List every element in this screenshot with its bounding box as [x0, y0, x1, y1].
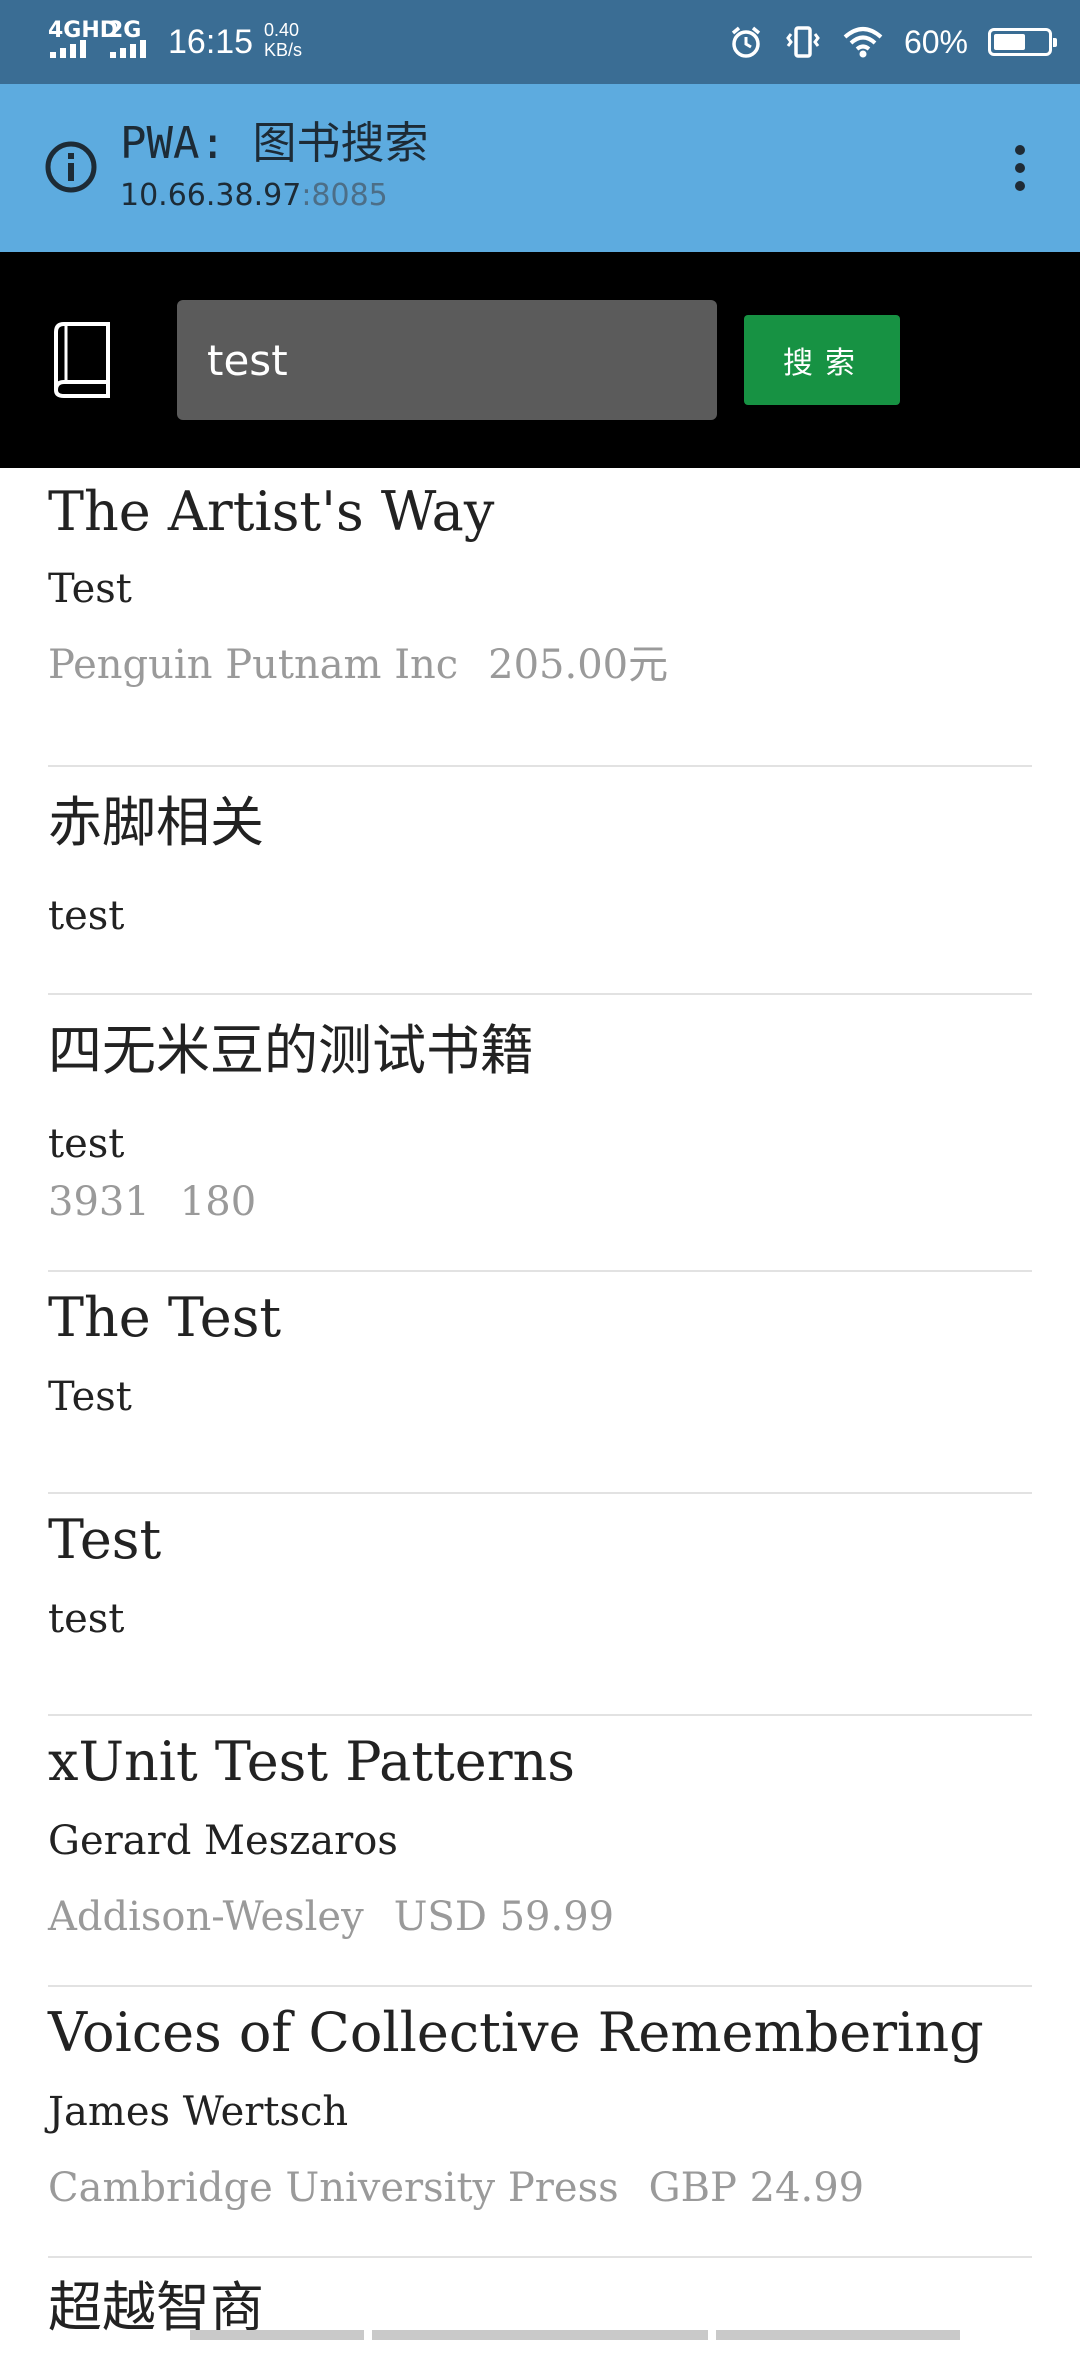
- battery-icon: [988, 28, 1057, 56]
- more-options-button[interactable]: [984, 128, 1056, 208]
- status-time: 16:15: [168, 23, 254, 61]
- book-result-item[interactable]: The Test Test: [48, 1272, 1032, 1494]
- book-publisher: Addison-Wesley: [48, 1894, 364, 1940]
- book-author: test: [48, 1596, 125, 1642]
- book-result-item[interactable]: Voices of Collective Remembering James We…: [48, 1987, 1032, 2258]
- book-results-list: The Artist's Way Test Penguin Putnam Inc 20…: [48, 468, 1032, 2358]
- book-title: The Test: [48, 1286, 282, 1349]
- book-result-item[interactable]: Test test: [48, 1494, 1032, 1716]
- book-title: The Artist's Way: [48, 480, 495, 543]
- book-result-item[interactable]: 超越智商: [48, 2258, 1032, 2358]
- book-price: USD 59.99: [393, 1894, 615, 1940]
- book-title: 四无米豆的测试书籍: [48, 1019, 534, 1082]
- bottom-bar-segment: [190, 2330, 364, 2340]
- dot-icon: [1015, 181, 1025, 191]
- url-host: 10.66.38.97: [120, 178, 302, 213]
- book-publisher: Penguin Putnam Inc: [48, 642, 459, 688]
- book-result-item[interactable]: The Artist's Way Test Penguin Putnam Inc 20…: [48, 468, 1032, 767]
- book-result-item[interactable]: xUnit Test Patterns Gerard Meszaros Addiso…: [48, 1716, 1032, 1987]
- book-author: Test: [48, 1374, 132, 1420]
- page-title: PWA: 图书搜索: [120, 118, 429, 169]
- book-meta: Cambridge University Press GBP 24.99: [48, 2163, 864, 2213]
- bottom-bar-segment: [372, 2330, 708, 2340]
- url-port: :8085: [301, 178, 388, 213]
- status-icons: 60%: [728, 20, 1057, 64]
- signal-strength-icon-1: [50, 38, 86, 58]
- book-price: 180: [179, 1179, 257, 1225]
- book-author: James Wertsch: [48, 2089, 349, 2135]
- dot-icon: [1015, 163, 1025, 173]
- book-price: 205.00元: [488, 642, 669, 688]
- search-header: 搜索: [0, 252, 1080, 468]
- book-title: Voices of Collective Remembering: [48, 2001, 984, 2064]
- book-publisher: Cambridge University Press: [48, 2165, 619, 2211]
- search-input[interactable]: [177, 300, 717, 420]
- search-button[interactable]: 搜索: [744, 315, 900, 405]
- book-title: Test: [48, 1508, 162, 1571]
- book-meta: 3931 180: [48, 1177, 256, 1227]
- book-author: Gerard Meszaros: [48, 1818, 398, 1864]
- book-meta: Penguin Putnam Inc 205.00元: [48, 640, 668, 690]
- network-speed-value: 0.40: [264, 20, 300, 40]
- book-title: 赤脚相关: [48, 791, 264, 854]
- info-icon[interactable]: [44, 140, 98, 194]
- book-title: xUnit Test Patterns: [48, 1730, 576, 1793]
- book-author: test: [48, 893, 125, 939]
- status-bar: 4GHD 2G 16:15 0.40 KB/s 60%: [0, 0, 1080, 84]
- battery-percent: 60%: [903, 23, 968, 60]
- alarm-icon: [731, 26, 761, 58]
- vibrate-icon: [786, 26, 820, 58]
- dot-icon: [1015, 145, 1025, 155]
- network-speed-unit: KB/s: [264, 40, 303, 60]
- book-publisher: 3931: [48, 1179, 150, 1225]
- browser-title-bar: PWA: 图书搜索 10.66.38.97:8085: [0, 84, 1080, 252]
- book-result-item[interactable]: 四无米豆的测试书籍 test 3931 180: [48, 995, 1032, 1272]
- book-author: Test: [48, 566, 132, 612]
- book-price: GBP 24.99: [648, 2165, 865, 2211]
- network-speed: 0.40 KB/s: [264, 20, 302, 60]
- book-result-item[interactable]: 赤脚相关 test: [48, 767, 1032, 995]
- bottom-bar-segment: [716, 2330, 960, 2340]
- book-author: test: [48, 1121, 125, 1167]
- book-icon: [54, 322, 110, 398]
- wifi-icon: [843, 27, 883, 58]
- signal-strength-icon-2: [110, 38, 146, 58]
- page-url: 10.66.38.97:8085: [120, 176, 388, 216]
- book-meta: Addison-Wesley USD 59.99: [48, 1892, 614, 1942]
